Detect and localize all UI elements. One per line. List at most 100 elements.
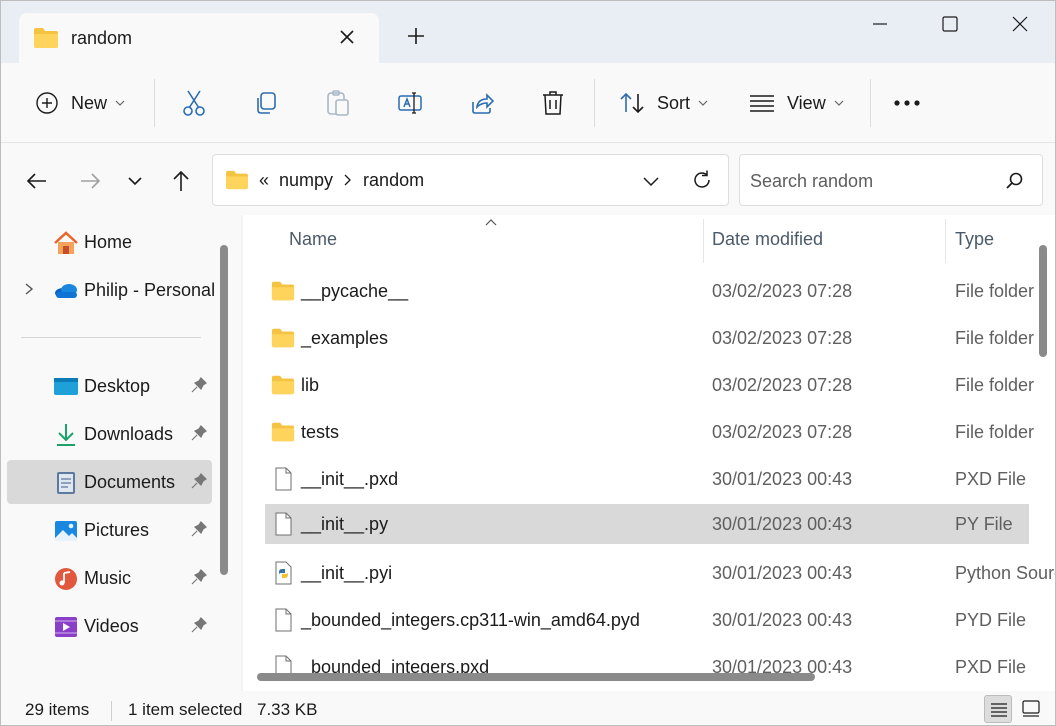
- sidebar-item-pictures[interactable]: Pictures: [7, 508, 212, 552]
- folder-icon: [226, 170, 248, 190]
- chevron-down-icon[interactable]: [641, 171, 661, 191]
- up-arrow-icon[interactable]: [169, 169, 193, 193]
- file-name: tests: [301, 422, 340, 442]
- file-name: lib: [301, 375, 320, 395]
- python-file-icon: [275, 561, 292, 585]
- file-row[interactable]: _examples 03/02/2023 07:28 File folder: [265, 318, 1034, 358]
- view-button[interactable]: View: [749, 85, 844, 121]
- sidebar-scrollbar[interactable]: [220, 245, 228, 575]
- sidebar-item-downloads[interactable]: Downloads: [7, 412, 212, 456]
- folder-icon: [34, 28, 58, 48]
- documents-icon: [57, 472, 75, 494]
- chevron-right-icon[interactable]: [23, 282, 35, 296]
- tab-random[interactable]: random: [19, 13, 379, 65]
- breadcrumb: « numpy random: [259, 170, 434, 191]
- file-icon: [275, 467, 292, 491]
- file-row[interactable]: _bounded_integers.cp311-win_amd64.pyd 30…: [265, 600, 1029, 640]
- breadcrumb-numpy[interactable]: numpy: [279, 170, 333, 191]
- cut-icon: [183, 90, 205, 116]
- sidebar-item-documents[interactable]: Documents: [7, 460, 212, 504]
- sidebar-item-label: Documents: [84, 472, 176, 492]
- pin-icon[interactable]: [191, 425, 207, 443]
- file-type: Python Source: [955, 563, 1055, 583]
- sidebar-item-label: Videos: [84, 616, 139, 636]
- refresh-icon[interactable]: [691, 169, 713, 191]
- search-icon[interactable]: [1004, 171, 1024, 191]
- breadcrumb-random[interactable]: random: [363, 170, 424, 191]
- new-button[interactable]: New: [35, 85, 125, 121]
- folder-icon: [271, 375, 295, 395]
- sidebar-item-videos[interactable]: Videos: [7, 604, 212, 648]
- tiles-view-button[interactable]: [1017, 695, 1045, 723]
- command-bar: New Sort View: [1, 63, 1055, 143]
- minimize-icon: [873, 23, 887, 25]
- file-row[interactable]: lib 03/02/2023 07:28 File folder: [265, 365, 1034, 405]
- copy-button[interactable]: [253, 85, 279, 121]
- folder-icon: [271, 422, 295, 442]
- file-row[interactable]: __pycache__ 03/02/2023 07:28 File folder: [265, 271, 1034, 311]
- share-button[interactable]: [469, 85, 495, 121]
- minimize-button[interactable]: [845, 9, 915, 39]
- close-window-button[interactable]: [985, 9, 1055, 39]
- file-date: 30/01/2023 00:43: [712, 563, 853, 583]
- sidebar-item-home[interactable]: Home: [7, 220, 212, 264]
- paste-button[interactable]: [325, 85, 351, 121]
- sidebar-item-onedrive[interactable]: Philip - Personal: [7, 268, 216, 312]
- desktop-icon: [54, 378, 78, 395]
- sidebar-divider: [21, 337, 201, 338]
- chevron-down-icon: [698, 100, 708, 106]
- file-name: _examples: [301, 328, 389, 348]
- chevron-right-icon[interactable]: [343, 170, 353, 191]
- sidebar-item-music[interactable]: Music: [7, 556, 212, 600]
- downloads-icon: [57, 424, 75, 446]
- pin-icon[interactable]: [191, 521, 207, 539]
- column-header-date[interactable]: Date modified: [712, 229, 823, 250]
- back-arrow-icon[interactable]: [25, 169, 49, 193]
- videos-icon: [55, 617, 77, 637]
- pin-icon[interactable]: [191, 617, 207, 635]
- file-date: 30/01/2023 00:43: [712, 514, 853, 534]
- file-list: Name Date modified Type __pycache__ 03/0…: [243, 215, 1055, 691]
- recent-locations-chevron-icon[interactable]: [123, 169, 147, 193]
- file-type: PXD File: [955, 657, 1027, 677]
- maximize-button[interactable]: [915, 9, 985, 39]
- file-type: File folder: [955, 328, 1035, 348]
- pin-icon[interactable]: [191, 569, 207, 587]
- folder-icon: [271, 281, 295, 301]
- breadcrumb-overflow[interactable]: «: [259, 170, 269, 191]
- sidebar-item-label: Home: [84, 232, 133, 252]
- file-row[interactable]: __init__.pyi 30/01/2023 00:43 Python Sou…: [265, 553, 1055, 593]
- file-icon: [275, 512, 292, 536]
- close-icon[interactable]: [335, 25, 359, 49]
- forward-arrow-icon[interactable]: [78, 169, 102, 193]
- file-row[interactable]: _bounded_integers.pxd 30/01/2023 00:43 P…: [265, 647, 1029, 687]
- tab-title: random: [71, 28, 133, 48]
- pin-icon[interactable]: [191, 473, 207, 491]
- file-name: _bounded_integers.cp311-win_amd64.pyd: [301, 610, 640, 630]
- file-row[interactable]: tests 03/02/2023 07:28 File folder: [265, 412, 1034, 452]
- cut-button[interactable]: [181, 85, 207, 121]
- maximize-icon: [942, 16, 958, 32]
- more-options-button[interactable]: [893, 85, 921, 121]
- vertical-scrollbar[interactable]: [1039, 245, 1047, 357]
- column-header-type[interactable]: Type: [955, 229, 994, 250]
- file-type: PXD File: [955, 469, 1027, 489]
- horizontal-scrollbar[interactable]: [257, 673, 815, 681]
- plus-icon[interactable]: [405, 25, 427, 47]
- search-input[interactable]: [750, 168, 990, 194]
- sidebar-item-label: Philip - Personal: [84, 280, 216, 300]
- column-header-name[interactable]: Name: [289, 229, 337, 250]
- sidebar-item-label: Downloads: [84, 424, 174, 444]
- details-view-button[interactable]: [984, 695, 1012, 723]
- search-box[interactable]: [739, 154, 1043, 206]
- file-date: 03/02/2023 07:28: [712, 375, 853, 395]
- sidebar-item-desktop[interactable]: Desktop: [7, 364, 212, 408]
- pin-icon[interactable]: [191, 377, 207, 395]
- file-row-selected[interactable]: __init__.py 30/01/2023 00:43 PY File: [265, 504, 1029, 544]
- delete-button[interactable]: [541, 85, 565, 121]
- sort-button[interactable]: Sort: [619, 85, 708, 121]
- file-row[interactable]: __init__.pxd 30/01/2023 00:43 PXD File: [265, 459, 1029, 499]
- address-bar[interactable]: « numpy random: [212, 154, 729, 206]
- rename-button[interactable]: [397, 85, 423, 121]
- file-explorer-window: random New Sort View « numpy random Sear…: [0, 0, 1056, 726]
